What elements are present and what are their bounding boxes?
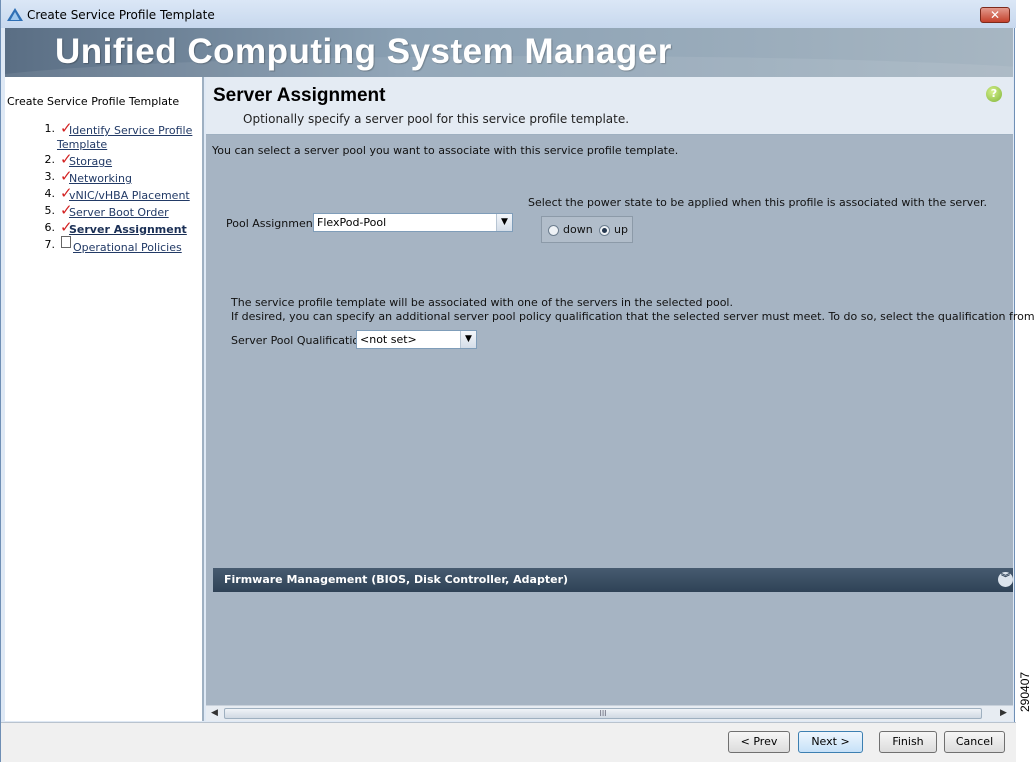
power-state-group: down up (541, 216, 633, 243)
step-number: 6. (44, 221, 56, 234)
firmware-management-section[interactable]: Firmware Management (BIOS, Disk Controll… (213, 568, 1013, 592)
close-button[interactable]: ✕ (980, 7, 1010, 23)
chevron-down-icon[interactable]: ▼ (460, 331, 476, 348)
power-down-radio[interactable] (548, 225, 559, 236)
page-title: Server Assignment (213, 85, 386, 106)
steps-title: Create Service Profile Template (7, 95, 180, 108)
expand-icon[interactable]: ︾ (998, 572, 1013, 587)
help-icon[interactable]: ? (986, 86, 1002, 102)
step-label-networking[interactable]: Networking (69, 172, 199, 186)
power-up-label[interactable]: up (614, 223, 628, 236)
scroll-left-icon[interactable]: ◀ (211, 708, 218, 718)
pool-assignment-value: FlexPod-Pool (317, 216, 387, 229)
figure-id: 290407 (1018, 671, 1032, 712)
finish-button[interactable]: Finish (879, 731, 937, 753)
step-number: 7. (44, 238, 56, 251)
step-label-server-assignment[interactable]: Server Assignment (69, 223, 199, 237)
prev-button[interactable]: < Prev (728, 731, 790, 753)
title-bar: Create Service Profile Template ✕ (1, 0, 1016, 28)
cancel-button[interactable]: Cancel (944, 731, 1005, 753)
step-label-identify-cont[interactable]: Template (57, 138, 187, 152)
scroll-thumb[interactable]: III (224, 708, 982, 719)
step-number: 1. (44, 122, 56, 135)
step-label-line1: Identify Service Profile (69, 124, 193, 137)
power-down-label[interactable]: down (563, 223, 593, 236)
wizard-steps-panel: Create Service Profile Template 1. ✓ Ide… (5, 77, 204, 721)
power-state-text: Select the power state to be applied whe… (528, 196, 988, 209)
step-number: 5. (44, 204, 56, 217)
wizard-window: Create Service Profile Template ✕ Unifie… (0, 0, 1035, 762)
next-button[interactable]: Next > (798, 731, 863, 753)
association-text-1: The service profile template will be ass… (231, 296, 733, 309)
qualification-value: <not set> (360, 333, 417, 346)
banner-title: Unified Computing System Manager (55, 32, 672, 71)
step-number: 3. (44, 170, 56, 183)
window-title: Create Service Profile Template (27, 8, 215, 22)
app-banner: Unified Computing System Manager (5, 28, 1013, 77)
qualification-label: Server Pool Qualification: (231, 334, 370, 347)
power-up-radio[interactable] (599, 225, 610, 236)
horizontal-scrollbar[interactable]: ◀ III ▶ (206, 705, 1013, 721)
intro-text: You can select a server pool you want to… (212, 144, 679, 157)
step-label-boot-order[interactable]: Server Boot Order (69, 206, 199, 220)
association-text-2: If desired, you can specify an additiona… (231, 310, 1035, 323)
document-icon (61, 236, 71, 248)
step-header: Server Assignment Optionally specify a s… (206, 77, 1013, 135)
main-panel: Server Assignment Optionally specify a s… (206, 77, 1035, 721)
step-label-storage[interactable]: Storage (69, 155, 199, 169)
wizard-footer: < Prev Next > Finish Cancel (1, 722, 1016, 762)
pool-assignment-select[interactable]: FlexPod-Pool ▼ (313, 213, 513, 232)
chevron-down-icon[interactable]: ▼ (496, 214, 512, 231)
step-label-vnic[interactable]: vNIC/vHBA Placement (69, 189, 199, 203)
scroll-right-icon[interactable]: ▶ (1000, 708, 1007, 718)
firmware-section-title: Firmware Management (BIOS, Disk Controll… (224, 573, 569, 586)
step-label-identify[interactable]: Identify Service Profile (69, 124, 199, 138)
ucs-logo-icon (7, 8, 23, 21)
page-subtitle: Optionally specify a server pool for thi… (243, 112, 630, 126)
step-number: 4. (44, 187, 56, 200)
step-number: 2. (44, 153, 56, 166)
qualification-select[interactable]: <not set> ▼ (356, 330, 477, 349)
step-label-operational[interactable]: Operational Policies (73, 241, 203, 255)
pool-assignment-label: Pool Assignment: (226, 217, 321, 230)
